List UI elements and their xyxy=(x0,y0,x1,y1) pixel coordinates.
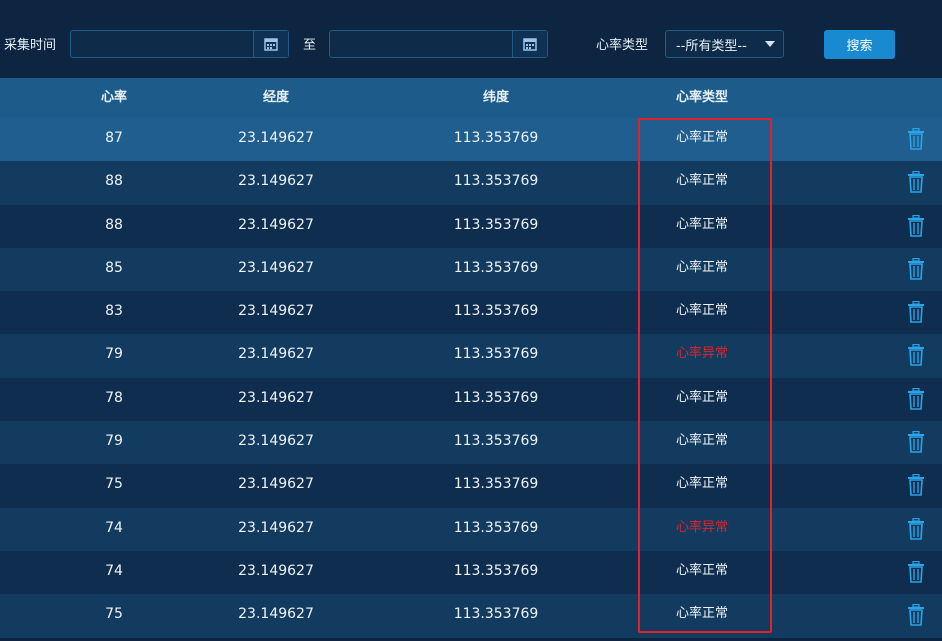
trash-icon[interactable] xyxy=(905,603,927,627)
cell-heart-rate-type: 心率正常 xyxy=(675,562,729,578)
trash-icon[interactable] xyxy=(905,387,927,411)
column-header-heart-rate-type: 心率类型 xyxy=(675,90,729,105)
cell-longitude: 23.149627 xyxy=(238,562,314,579)
table-row[interactable]: 83 23.149627 113.353769 心率正常 xyxy=(0,291,942,335)
table-row[interactable]: 79 23.149627 113.353769 心率异常 xyxy=(0,334,942,378)
trash-icon[interactable] xyxy=(905,343,927,367)
collect-time-label: 采集时间 xyxy=(4,38,57,53)
end-date-field[interactable] xyxy=(329,30,548,58)
trash-icon[interactable] xyxy=(905,127,927,151)
column-header-latitude: 纬度 xyxy=(482,90,510,105)
table-row[interactable]: 78 23.149627 113.353769 心率正常 xyxy=(0,377,942,422)
cell-heart-rate-type: 心率正常 xyxy=(675,433,729,449)
cell-longitude: 23.149627 xyxy=(238,173,314,190)
cell-latitude: 113.353769 xyxy=(453,130,539,146)
cell-longitude: 23.149627 xyxy=(238,216,314,233)
cell-longitude: 23.149627 xyxy=(238,606,314,623)
cell-heart-rate-type: 心率正常 xyxy=(675,303,729,319)
trash-icon[interactable] xyxy=(905,430,927,454)
calendar-icon[interactable] xyxy=(512,31,547,57)
table-row[interactable]: 74 23.149627 113.353769 心率异常 xyxy=(0,507,942,551)
cell-heart-rate-type: 心率正常 xyxy=(675,606,729,622)
cell-heart-rate: 88 xyxy=(105,216,123,233)
cell-latitude: 113.353769 xyxy=(453,389,539,406)
table-row[interactable]: 79 23.149627 113.353769 心率正常 xyxy=(0,421,942,465)
trash-icon[interactable] xyxy=(905,560,927,584)
table-row[interactable]: 85 23.149627 113.353769 心率正常 xyxy=(0,247,942,292)
cell-longitude: 23.149627 xyxy=(238,346,314,363)
cell-heart-rate-type: 心率正常 xyxy=(675,259,729,275)
end-date-input[interactable] xyxy=(330,31,512,57)
calendar-icon[interactable] xyxy=(253,31,288,57)
cell-heart-rate: 87 xyxy=(105,130,123,146)
column-header-longitude: 经度 xyxy=(262,90,290,105)
cell-heart-rate: 79 xyxy=(105,433,123,450)
trash-icon[interactable] xyxy=(905,214,927,238)
cell-heart-rate-type: 心率异常 xyxy=(675,519,729,535)
trash-icon[interactable] xyxy=(905,517,927,541)
cell-heart-rate-type: 心率异常 xyxy=(675,346,729,362)
cell-heart-rate: 78 xyxy=(105,389,123,406)
cell-latitude: 113.353769 xyxy=(453,562,539,579)
start-date-field[interactable] xyxy=(70,30,289,58)
cell-longitude: 23.149627 xyxy=(238,303,314,320)
cell-latitude: 113.353769 xyxy=(453,433,539,450)
table-row[interactable]: 75 23.149627 113.353769 心率正常 xyxy=(0,594,942,638)
cell-heart-rate: 83 xyxy=(105,303,123,320)
column-header-heart-rate: 心率 xyxy=(100,90,128,105)
trash-icon[interactable] xyxy=(905,170,927,194)
cell-heart-rate: 79 xyxy=(105,346,123,363)
cell-latitude: 113.353769 xyxy=(453,346,539,363)
trash-icon[interactable] xyxy=(905,257,927,281)
filter-toolbar: 采集时间 至 心率类型 --所有类型-- 搜索 xyxy=(0,0,942,78)
table-row[interactable]: 74 23.149627 113.353769 心率正常 xyxy=(0,550,942,595)
cell-longitude: 23.149627 xyxy=(238,433,314,450)
cell-latitude: 113.353769 xyxy=(453,606,539,623)
table-body: 87 23.149627 113.353769 心率正常 88 23.149627 113.… xyxy=(0,118,942,638)
cell-heart-rate: 88 xyxy=(105,173,123,190)
cell-heart-rate-type: 心率正常 xyxy=(675,130,729,145)
table-header: 心率 经度 纬度 心率类型 xyxy=(0,78,942,118)
cell-latitude: 113.353769 xyxy=(453,259,539,276)
table-row[interactable]: 87 23.149627 113.353769 心率正常 xyxy=(0,118,942,162)
cell-latitude: 113.353769 xyxy=(453,216,539,233)
cell-latitude: 113.353769 xyxy=(453,519,539,536)
heart-rate-type-label: 心率类型 xyxy=(596,38,649,53)
cell-heart-rate: 85 xyxy=(105,259,123,276)
cell-heart-rate: 74 xyxy=(105,562,123,579)
cell-latitude: 113.353769 xyxy=(453,173,539,190)
cell-heart-rate: 75 xyxy=(105,606,123,623)
select-value: --所有类型-- xyxy=(676,38,747,54)
cell-longitude: 23.149627 xyxy=(238,519,314,536)
cell-longitude: 23.149627 xyxy=(238,389,314,406)
table-row[interactable]: 75 23.149627 113.353769 心率正常 xyxy=(0,464,942,508)
search-button[interactable]: 搜索 xyxy=(824,30,895,59)
cell-longitude: 23.149627 xyxy=(238,259,314,276)
chevron-down-icon xyxy=(765,41,775,47)
trash-icon[interactable] xyxy=(905,473,927,497)
cell-heart-rate: 75 xyxy=(105,476,123,493)
cell-longitude: 23.149627 xyxy=(238,476,314,493)
start-date-input[interactable] xyxy=(71,31,253,57)
to-label: 至 xyxy=(303,38,317,53)
cell-heart-rate: 74 xyxy=(105,519,123,536)
table-row[interactable]: 88 23.149627 113.353769 心率正常 xyxy=(0,161,942,205)
cell-heart-rate-type: 心率正常 xyxy=(675,173,729,189)
cell-latitude: 113.353769 xyxy=(453,476,539,493)
cell-heart-rate-type: 心率正常 xyxy=(675,216,729,232)
cell-latitude: 113.353769 xyxy=(453,303,539,320)
trash-icon[interactable] xyxy=(905,300,927,324)
heart-rate-type-select[interactable]: --所有类型-- xyxy=(665,30,784,58)
cell-heart-rate-type: 心率正常 xyxy=(675,476,729,492)
cell-heart-rate-type: 心率正常 xyxy=(675,389,729,405)
table-row[interactable]: 88 23.149627 113.353769 心率正常 xyxy=(0,204,942,248)
cell-longitude: 23.149627 xyxy=(238,130,314,146)
